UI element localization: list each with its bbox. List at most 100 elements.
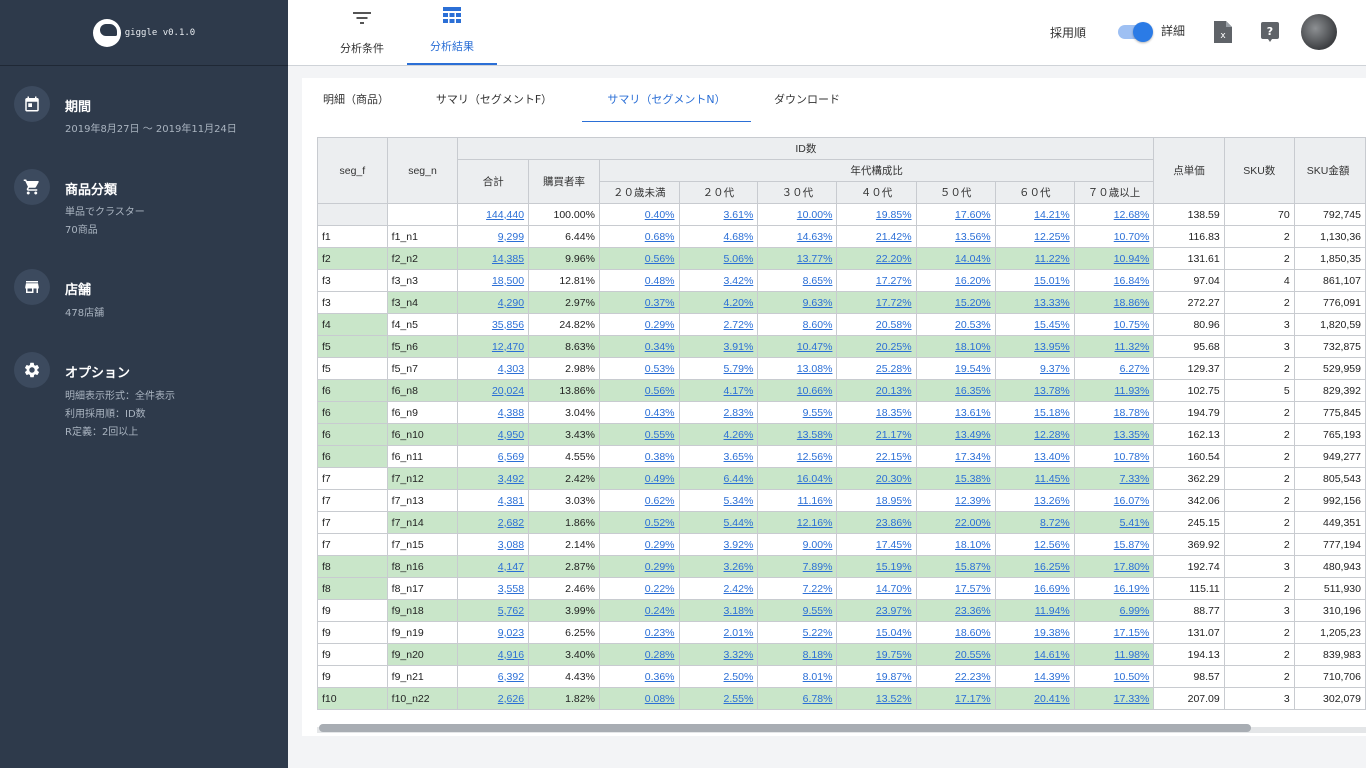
age-ratio-link[interactable]: 6.78% bbox=[803, 693, 833, 705]
age-ratio-link[interactable]: 23.86% bbox=[876, 517, 912, 529]
age-ratio-link[interactable]: 17.45% bbox=[876, 539, 912, 551]
age-ratio-link[interactable]: 14.39% bbox=[1034, 671, 1070, 683]
total-link[interactable]: 9,299 bbox=[498, 231, 524, 243]
age-ratio-link[interactable]: 13.77% bbox=[797, 253, 833, 265]
age-ratio-link[interactable]: 2.42% bbox=[724, 583, 754, 595]
age-ratio-link[interactable]: 10.47% bbox=[797, 341, 833, 353]
age-ratio-link[interactable]: 13.35% bbox=[1114, 429, 1150, 441]
age-ratio-link[interactable]: 0.23% bbox=[645, 627, 675, 639]
age-ratio-link[interactable]: 0.38% bbox=[645, 451, 675, 463]
age-ratio-link[interactable]: 12.16% bbox=[797, 517, 833, 529]
age-ratio-link[interactable]: 0.29% bbox=[645, 539, 675, 551]
age-ratio-link[interactable]: 22.20% bbox=[876, 253, 912, 265]
sidebar-section-options[interactable]: オプション 明細表示形式：全件表示 利用採用順：ID数 R定義：2回以上 bbox=[0, 352, 288, 452]
age-ratio-link[interactable]: 25.28% bbox=[876, 363, 912, 375]
age-ratio-link[interactable]: 0.28% bbox=[645, 649, 675, 661]
age-ratio-link[interactable]: 3.61% bbox=[724, 209, 754, 221]
sidebar-section-category[interactable]: 商品分類 単品でクラスター 70商品 bbox=[0, 169, 288, 249]
age-ratio-link[interactable]: 3.32% bbox=[724, 649, 754, 661]
age-ratio-link[interactable]: 12.68% bbox=[1114, 209, 1150, 221]
age-ratio-link[interactable]: 5.44% bbox=[724, 517, 754, 529]
age-ratio-link[interactable]: 16.35% bbox=[955, 385, 991, 397]
age-ratio-link[interactable]: 3.91% bbox=[724, 341, 754, 353]
age-ratio-link[interactable]: 15.01% bbox=[1034, 275, 1070, 287]
age-ratio-link[interactable]: 0.62% bbox=[645, 495, 675, 507]
age-ratio-link[interactable]: 11.16% bbox=[798, 495, 833, 507]
age-ratio-link[interactable]: 0.68% bbox=[645, 231, 675, 243]
age-ratio-link[interactable]: 9.37% bbox=[1040, 363, 1070, 375]
age-ratio-link[interactable]: 13.56% bbox=[955, 231, 991, 243]
age-ratio-link[interactable]: 11.98% bbox=[1115, 649, 1150, 661]
sidebar-section-period[interactable]: 期間 2019年8月27日 〜 2019年11月24日 bbox=[0, 86, 288, 146]
total-link[interactable]: 2,682 bbox=[498, 517, 524, 529]
age-ratio-link[interactable]: 13.08% bbox=[797, 363, 833, 375]
total-link[interactable]: 5,762 bbox=[498, 605, 524, 617]
age-ratio-link[interactable]: 16.07% bbox=[1114, 495, 1150, 507]
age-ratio-link[interactable]: 3.42% bbox=[724, 275, 754, 287]
age-ratio-link[interactable]: 12.56% bbox=[1034, 539, 1070, 551]
age-ratio-link[interactable]: 15.38% bbox=[955, 473, 991, 485]
app-logo[interactable]: giggle v0.1.0 bbox=[0, 0, 288, 66]
detail-toggle[interactable] bbox=[1118, 14, 1153, 50]
total-link[interactable]: 14,385 bbox=[492, 253, 524, 265]
age-ratio-link[interactable]: 20.41% bbox=[1034, 693, 1070, 705]
age-ratio-link[interactable]: 15.87% bbox=[1114, 539, 1150, 551]
age-ratio-link[interactable]: 10.00% bbox=[797, 209, 833, 221]
age-ratio-link[interactable]: 13.33% bbox=[1034, 297, 1070, 309]
age-ratio-link[interactable]: 16.25% bbox=[1034, 561, 1070, 573]
age-ratio-link[interactable]: 11.22% bbox=[1035, 253, 1070, 265]
total-link[interactable]: 4,147 bbox=[498, 561, 524, 573]
age-ratio-link[interactable]: 10.78% bbox=[1114, 451, 1150, 463]
age-ratio-link[interactable]: 16.20% bbox=[955, 275, 991, 287]
age-ratio-link[interactable]: 8.65% bbox=[803, 275, 833, 287]
total-link[interactable]: 12,470 bbox=[492, 341, 524, 353]
total-link[interactable]: 18,500 bbox=[492, 275, 524, 287]
age-ratio-link[interactable]: 5.34% bbox=[724, 495, 754, 507]
total-link[interactable]: 3,558 bbox=[498, 583, 524, 595]
subtab-detail-product[interactable]: 明細（商品） bbox=[316, 78, 396, 122]
total-link[interactable]: 4,381 bbox=[498, 495, 524, 507]
excel-export-button[interactable]: x bbox=[1214, 14, 1232, 50]
age-ratio-link[interactable]: 20.25% bbox=[876, 341, 912, 353]
age-ratio-link[interactable]: 14.63% bbox=[797, 231, 833, 243]
age-ratio-link[interactable]: 10.94% bbox=[1114, 253, 1150, 265]
age-ratio-link[interactable]: 19.85% bbox=[876, 209, 912, 221]
age-ratio-link[interactable]: 0.43% bbox=[645, 407, 675, 419]
age-ratio-link[interactable]: 11.32% bbox=[1115, 341, 1150, 353]
subtab-download[interactable]: ダウンロード bbox=[766, 78, 848, 122]
age-ratio-link[interactable]: 7.33% bbox=[1120, 473, 1150, 485]
age-ratio-link[interactable]: 14.61% bbox=[1034, 649, 1070, 661]
tab-analysis-conditions[interactable]: 分析条件 bbox=[336, 0, 388, 65]
total-link[interactable]: 20,024 bbox=[492, 385, 524, 397]
total-link[interactable]: 4,388 bbox=[498, 407, 524, 419]
age-ratio-link[interactable]: 13.26% bbox=[1034, 495, 1070, 507]
age-ratio-link[interactable]: 18.60% bbox=[955, 627, 991, 639]
age-ratio-link[interactable]: 17.34% bbox=[955, 451, 991, 463]
age-ratio-link[interactable]: 16.69% bbox=[1034, 583, 1070, 595]
age-ratio-link[interactable]: 17.27% bbox=[876, 275, 912, 287]
scrollbar-thumb[interactable] bbox=[319, 724, 1251, 732]
age-ratio-link[interactable]: 10.70% bbox=[1114, 231, 1150, 243]
age-ratio-link[interactable]: 6.44% bbox=[724, 473, 754, 485]
age-ratio-link[interactable]: 0.56% bbox=[645, 385, 675, 397]
age-ratio-link[interactable]: 3.26% bbox=[724, 561, 754, 573]
age-ratio-link[interactable]: 0.48% bbox=[645, 275, 675, 287]
subtab-summary-segment-n[interactable]: サマリ（セグメントN） bbox=[582, 78, 751, 122]
summary-table-container[interactable]: seg_f seg_n ID数 点単価 SKU数 SKU金額 合計 購買者率 年… bbox=[317, 137, 1366, 719]
age-ratio-link[interactable]: 15.19% bbox=[876, 561, 912, 573]
age-ratio-link[interactable]: 15.87% bbox=[955, 561, 991, 573]
age-ratio-link[interactable]: 4.20% bbox=[724, 297, 754, 309]
age-ratio-link[interactable]: 7.89% bbox=[803, 561, 833, 573]
age-ratio-link[interactable]: 19.54% bbox=[955, 363, 991, 375]
age-ratio-link[interactable]: 11.45% bbox=[1035, 473, 1070, 485]
age-ratio-link[interactable]: 12.28% bbox=[1034, 429, 1070, 441]
age-ratio-link[interactable]: 2.55% bbox=[724, 693, 754, 705]
age-ratio-link[interactable]: 16.84% bbox=[1114, 275, 1150, 287]
total-link[interactable]: 9,023 bbox=[498, 627, 524, 639]
age-ratio-link[interactable]: 20.53% bbox=[955, 319, 991, 331]
age-ratio-link[interactable]: 9.63% bbox=[803, 297, 833, 309]
age-ratio-link[interactable]: 5.06% bbox=[724, 253, 754, 265]
total-link[interactable]: 4,916 bbox=[498, 649, 524, 661]
age-ratio-link[interactable]: 9.55% bbox=[803, 407, 833, 419]
subtab-summary-segment-f[interactable]: サマリ（セグメントF） bbox=[434, 78, 554, 122]
